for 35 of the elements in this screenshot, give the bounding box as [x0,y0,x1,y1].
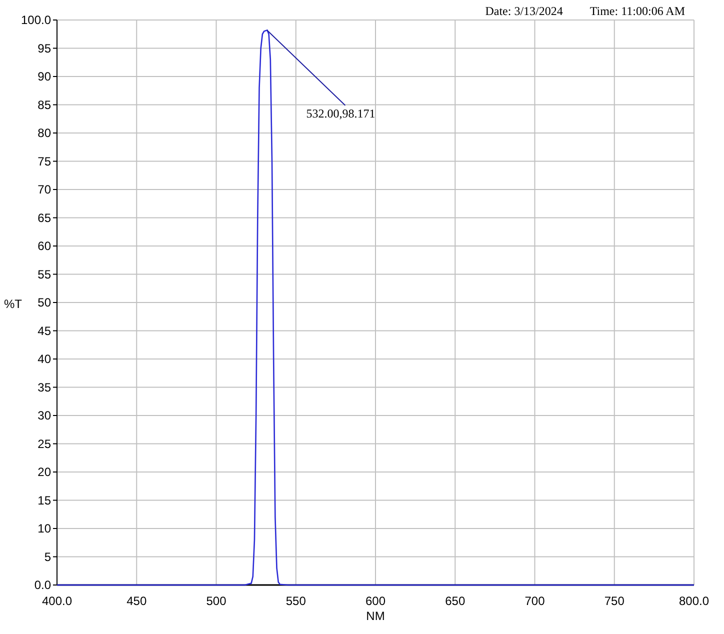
y-tick-label: 35 [38,380,51,394]
y-tick-label: 95 [38,41,51,56]
x-tick-label: 400.0 [42,594,72,608]
y-tick-label: 40 [38,352,51,366]
x-tick-label: 500 [206,594,226,608]
x-tick-label: 450 [126,594,147,608]
y-tick-label: 10 [38,522,51,536]
y-tick-label: 80 [38,126,51,140]
y-tick-label: 50 [38,296,51,310]
x-tick-label: 800.0 [678,594,710,608]
y-tick-label: 20 [38,465,51,479]
y-tick-label: 25 [38,436,51,451]
date-label: Date: 3/13/2024 [485,4,563,18]
x-tick-label: 700 [524,594,545,608]
peak-annotation: 532.00,98.171 [306,106,376,120]
time-label: Time: 11:00:06 AM [590,4,685,18]
y-tick-label: 65 [38,210,51,225]
y-tick-label: 60 [38,239,51,253]
x-tick-label: 650 [445,594,466,608]
y-tick-label: 100.0 [20,13,51,27]
x-tick-label: 550 [286,594,306,608]
x-tick-label: 600 [365,594,386,608]
y-tick-label: 55 [38,267,51,282]
y-tick-label: 0.0 [34,578,51,592]
y-tick-label: 15 [38,493,51,508]
y-tick-label: 75 [38,154,51,168]
y-tick-label: 30 [38,408,51,422]
y-tick-label: 5 [44,550,51,564]
x-axis-title: NM [366,609,385,623]
y-tick-label: 45 [38,324,51,338]
y-axis-title: %T [4,297,22,311]
x-tick-label: 750 [604,594,624,608]
y-tick-label: 90 [38,70,51,84]
y-tick-label: 70 [38,182,51,196]
y-tick-label: 85 [38,98,51,112]
